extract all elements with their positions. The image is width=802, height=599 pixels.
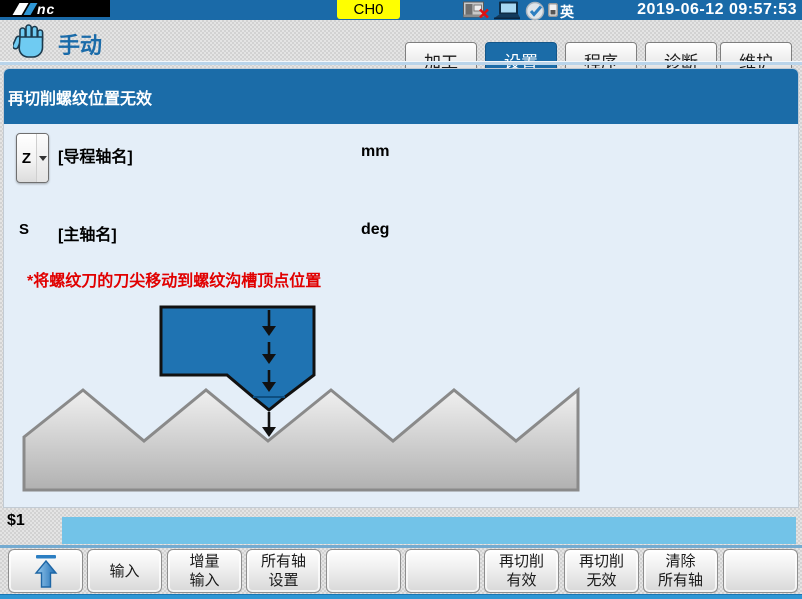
channel-badge[interactable]: CH0 bbox=[337, 0, 400, 19]
lead-axis-label: [导程轴名] bbox=[58, 143, 133, 167]
lead-axis-value: Z bbox=[17, 134, 36, 182]
spindle-axis-value: S bbox=[19, 221, 29, 238]
softkey-blank-1[interactable] bbox=[326, 549, 401, 593]
softkey-recut-enable[interactable]: 再切削 有效 bbox=[484, 549, 559, 593]
manual-hand-icon bbox=[13, 23, 47, 61]
battery-icon bbox=[548, 3, 558, 17]
mode-label: 手动 bbox=[58, 28, 102, 60]
return-top-icon bbox=[25, 552, 67, 590]
lead-axis-unit: mm bbox=[361, 143, 389, 161]
softkey-return-top[interactable] bbox=[8, 549, 83, 593]
softkey-blank-2[interactable] bbox=[405, 549, 480, 593]
softkey-incremental-input[interactable]: 增量 输入 bbox=[167, 549, 242, 593]
bottom-strip bbox=[0, 594, 802, 599]
status-message-bar bbox=[62, 517, 796, 544]
brand-logo: nc bbox=[0, 0, 110, 17]
panel-title: 再切削螺纹位置无效 bbox=[4, 69, 798, 124]
ok-check-icon bbox=[524, 1, 548, 21]
dropdown-button[interactable] bbox=[36, 134, 48, 182]
softkey-all-axes-set[interactable]: 所有轴 设置 bbox=[246, 549, 321, 593]
softkey-input[interactable]: 输入 bbox=[87, 549, 162, 593]
logo-text: nc bbox=[37, 1, 55, 17]
titlebar: nc CH0 英 2019-06-12 09:57:53 bbox=[0, 0, 802, 20]
softkey-blank-3[interactable] bbox=[723, 549, 798, 593]
machine-offline-icon bbox=[463, 1, 491, 19]
thread-profile bbox=[24, 390, 578, 490]
language-indicator: 英 bbox=[560, 2, 574, 22]
channel-label: $1 bbox=[7, 512, 25, 530]
softkey-recut-disable[interactable]: 再切削 无效 bbox=[564, 549, 639, 593]
settings-panel: 再切削螺纹位置无效 Z [导程轴名] mm S [主轴名] deg *将螺纹刀的… bbox=[3, 68, 799, 508]
thread-recut-diagram bbox=[4, 300, 798, 508]
datetime: 2019-06-12 09:57:53 bbox=[637, 1, 797, 19]
spindle-axis-label: [主轴名] bbox=[58, 221, 117, 245]
separator bbox=[0, 61, 802, 65]
instruction-note: *将螺纹刀的刀尖移动到螺纹沟槽顶点位置 bbox=[27, 267, 321, 291]
cutting-tool bbox=[161, 307, 314, 410]
softkey-clear-all-axes[interactable]: 清除 所有轴 bbox=[643, 549, 718, 593]
chevron-down-icon bbox=[39, 156, 47, 161]
pc-icon bbox=[494, 1, 520, 20]
softkey-divider bbox=[0, 545, 802, 548]
spindle-axis-unit: deg bbox=[361, 221, 389, 239]
mode-bar: 手动 加工 设置 程序 诊断 维护 bbox=[0, 20, 802, 63]
lead-axis-dropdown[interactable]: Z bbox=[16, 133, 49, 183]
